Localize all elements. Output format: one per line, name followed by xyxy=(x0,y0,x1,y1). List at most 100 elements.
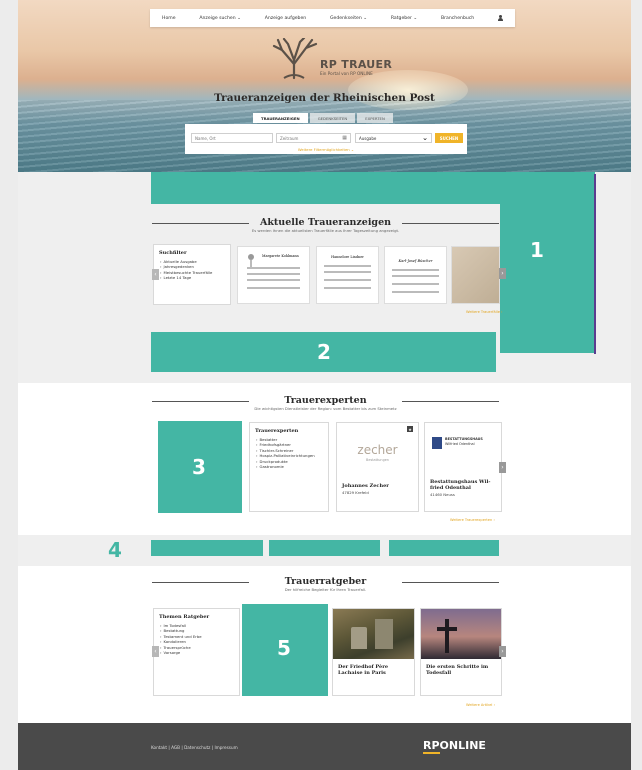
search-button[interactable]: SUCHEN xyxy=(435,133,463,143)
logo-title: RP TRAUER xyxy=(320,58,393,71)
carousel-next-arrow-icon[interactable]: › xyxy=(499,646,506,657)
issue-select[interactable]: Ausgabe ⌄ xyxy=(355,133,432,143)
footer-logo[interactable]: RPONLINE xyxy=(423,739,486,754)
purple-edge-line xyxy=(594,174,596,354)
notice-text-line xyxy=(324,279,371,281)
tomb-shape xyxy=(351,627,367,649)
notice-text-line xyxy=(392,269,439,271)
annotation-number-4: 4 xyxy=(108,538,122,562)
expert-logo-subtitle: Bestattungen xyxy=(366,458,389,462)
user-icon[interactable] xyxy=(498,15,503,21)
tab-obituaries[interactable]: TRAUERANZEIGEN xyxy=(253,113,308,123)
notice-name: Karl-Josef Büscher xyxy=(398,259,433,263)
experts-list-title: Trauerexperten xyxy=(255,428,299,434)
article-title[interactable]: Der Friedhof Père Lachaise in Paris xyxy=(338,664,413,676)
guide-subheading: Der hilfreiche Begleiter für Ihren Traue… xyxy=(284,587,367,592)
expert-name[interactable]: Johannes Zecher xyxy=(342,483,389,489)
notice-text-line xyxy=(246,273,301,275)
period-input[interactable]: Zeitraum ▦ xyxy=(276,133,351,143)
guide-section: Trauerratgeber Der hilfreiche Begleiter … xyxy=(18,566,631,723)
issue-value: Ausgabe xyxy=(359,135,377,141)
page: Home Anzeige suchen ⌄ Anzeige aufgeben G… xyxy=(18,0,631,770)
site-logo[interactable]: RP TRAUER Ein Portal von RP ONLINE xyxy=(264,36,394,80)
annotation-number-3: 3 xyxy=(192,455,206,479)
search-tabs: TRAUERANZEIGEN GEDENKSEITEN EXPERTEN xyxy=(253,113,393,123)
obituary-notice[interactable] xyxy=(451,246,500,304)
carousel-next-arrow-icon[interactable]: › xyxy=(499,268,506,279)
carousel-prev-arrow-icon[interactable]: ‹ xyxy=(152,269,159,280)
expert-logo-emblem xyxy=(432,437,442,449)
tab-experts[interactable]: EXPERTEN xyxy=(357,113,393,123)
guide-topics-card: Themen Ratgeber Im Todesfall Bestattung … xyxy=(153,608,240,696)
annotation-number-1: 1 xyxy=(530,238,544,262)
cross-icon xyxy=(445,619,449,653)
filter-card-title: Suchfilter xyxy=(159,250,187,256)
rose-icon xyxy=(248,254,254,267)
notice-text-line xyxy=(324,265,371,267)
annotation-block-4 xyxy=(389,540,499,556)
expert-logo: BESTATTUNGSHAUS xyxy=(445,437,483,441)
expert-location: 47829 Krefeld xyxy=(342,490,369,495)
obituary-notice[interactable]: Margarete Kohlmann xyxy=(237,246,310,304)
nav-guide[interactable]: Ratgeber ⌄ xyxy=(391,16,417,21)
guide-article-card[interactable]: Die ersten Schritte im Todesfall xyxy=(420,608,502,696)
period-placeholder: Zeitraum xyxy=(280,135,299,141)
guide-topic-item[interactable]: Vorsorge xyxy=(160,650,233,655)
annotation-block-5: 5 xyxy=(242,604,328,696)
filter-item[interactable]: Letzte 14 Tage xyxy=(160,275,224,280)
notice-text-line xyxy=(324,271,371,273)
footer: Kontakt | AGB | Datenschutz | Impressum … xyxy=(18,723,631,770)
nav-memorial-pages[interactable]: Gedenkseiten ⌄ xyxy=(330,16,367,21)
nav-place-notice[interactable]: Anzeige aufgeben xyxy=(265,16,307,21)
expert-card[interactable]: BESTATTUNGSHAUS Wilfried Odenthal Bestat… xyxy=(424,422,502,512)
annotation-block-4 xyxy=(151,540,263,556)
guide-article-card[interactable]: Der Friedhof Père Lachaise in Paris xyxy=(332,608,415,696)
obituary-notice[interactable]: Karl-Josef Büscher xyxy=(384,246,447,304)
experts-list-item[interactable]: Gastronomie xyxy=(256,464,322,469)
article-title[interactable]: Die ersten Schritte im Todesfall xyxy=(426,664,501,676)
expert-location: 41460 Neuss xyxy=(430,492,455,497)
notice-text-line xyxy=(324,287,371,289)
obituaries-heading: Aktuelle Traueranzeigen xyxy=(152,217,500,228)
bookmark-icon[interactable]: ★ xyxy=(407,426,413,432)
guide-topics-list: Im Todesfall Bestattung Testament und Er… xyxy=(160,623,233,655)
experts-section: Trauerexperten Die wichtigsten Dienstlei… xyxy=(18,383,631,535)
expert-card[interactable]: ★ zecher Bestattungen Johannes Zecher 47… xyxy=(336,422,419,512)
annotation-block-4 xyxy=(269,540,380,556)
tree-logo-icon xyxy=(272,36,318,80)
obituary-notice[interactable]: Hannelore Lindner xyxy=(316,246,379,304)
nav-search-notice[interactable]: Anzeige suchen ⌄ xyxy=(199,16,241,21)
footer-logo-rp: RP xyxy=(423,739,440,754)
more-obituaries-link[interactable]: Weitere Trauerfälle › xyxy=(466,310,503,314)
annotation-number-5: 5 xyxy=(277,636,291,660)
notice-text-line xyxy=(246,279,301,281)
notice-text-line xyxy=(392,275,439,277)
nav-directory[interactable]: Branchenbuch xyxy=(441,16,474,21)
calendar-icon[interactable]: ▦ xyxy=(342,135,347,141)
experts-list-item[interactable]: Hospiz-Palliativeinrichtungen xyxy=(256,453,322,458)
footer-logo-online: ONLINE xyxy=(439,739,486,752)
annotation-block-3: 3 xyxy=(158,421,242,513)
more-experts-link[interactable]: Weitere Trauerexperten › xyxy=(450,518,495,522)
nav-home[interactable]: Home xyxy=(162,16,176,21)
annotation-block-2: 2 xyxy=(151,332,496,372)
more-articles-link[interactable]: Weitere Artikel › xyxy=(466,703,495,707)
notice-name: Hannelore Lindner xyxy=(331,255,364,259)
annotation-block-1-top xyxy=(151,172,595,204)
more-filters-link[interactable]: Weitere Filtermöglichkeiten ⌄ xyxy=(185,147,467,152)
guide-topics-title: Themen Ratgeber xyxy=(159,614,210,620)
expert-logo: zecher xyxy=(357,443,398,457)
name-location-input[interactable]: Name, Ort xyxy=(191,133,273,143)
cross-icon-bar xyxy=(437,627,457,631)
notice-text-line xyxy=(246,287,301,289)
article-image xyxy=(333,609,414,659)
tab-memorial-pages[interactable]: GEDENKSEITEN xyxy=(309,113,356,123)
expert-name[interactable]: Bestattungshaus Wil-fried Odenthal xyxy=(430,479,500,491)
expert-logo-subtitle: Wilfried Odenthal xyxy=(445,442,475,446)
carousel-prev-arrow-icon[interactable]: ‹ xyxy=(152,646,159,657)
carousel-next-arrow-icon[interactable]: › xyxy=(499,462,506,473)
footer-links[interactable]: Kontakt | AGB | Datenschutz | Impressum xyxy=(151,745,238,750)
guide-heading: Trauerratgeber xyxy=(152,576,500,587)
hero-banner: Home Anzeige suchen ⌄ Anzeige aufgeben G… xyxy=(18,0,631,172)
filter-list: Aktuelle Ausgabe Jahresgedenken Meistbes… xyxy=(160,259,224,281)
